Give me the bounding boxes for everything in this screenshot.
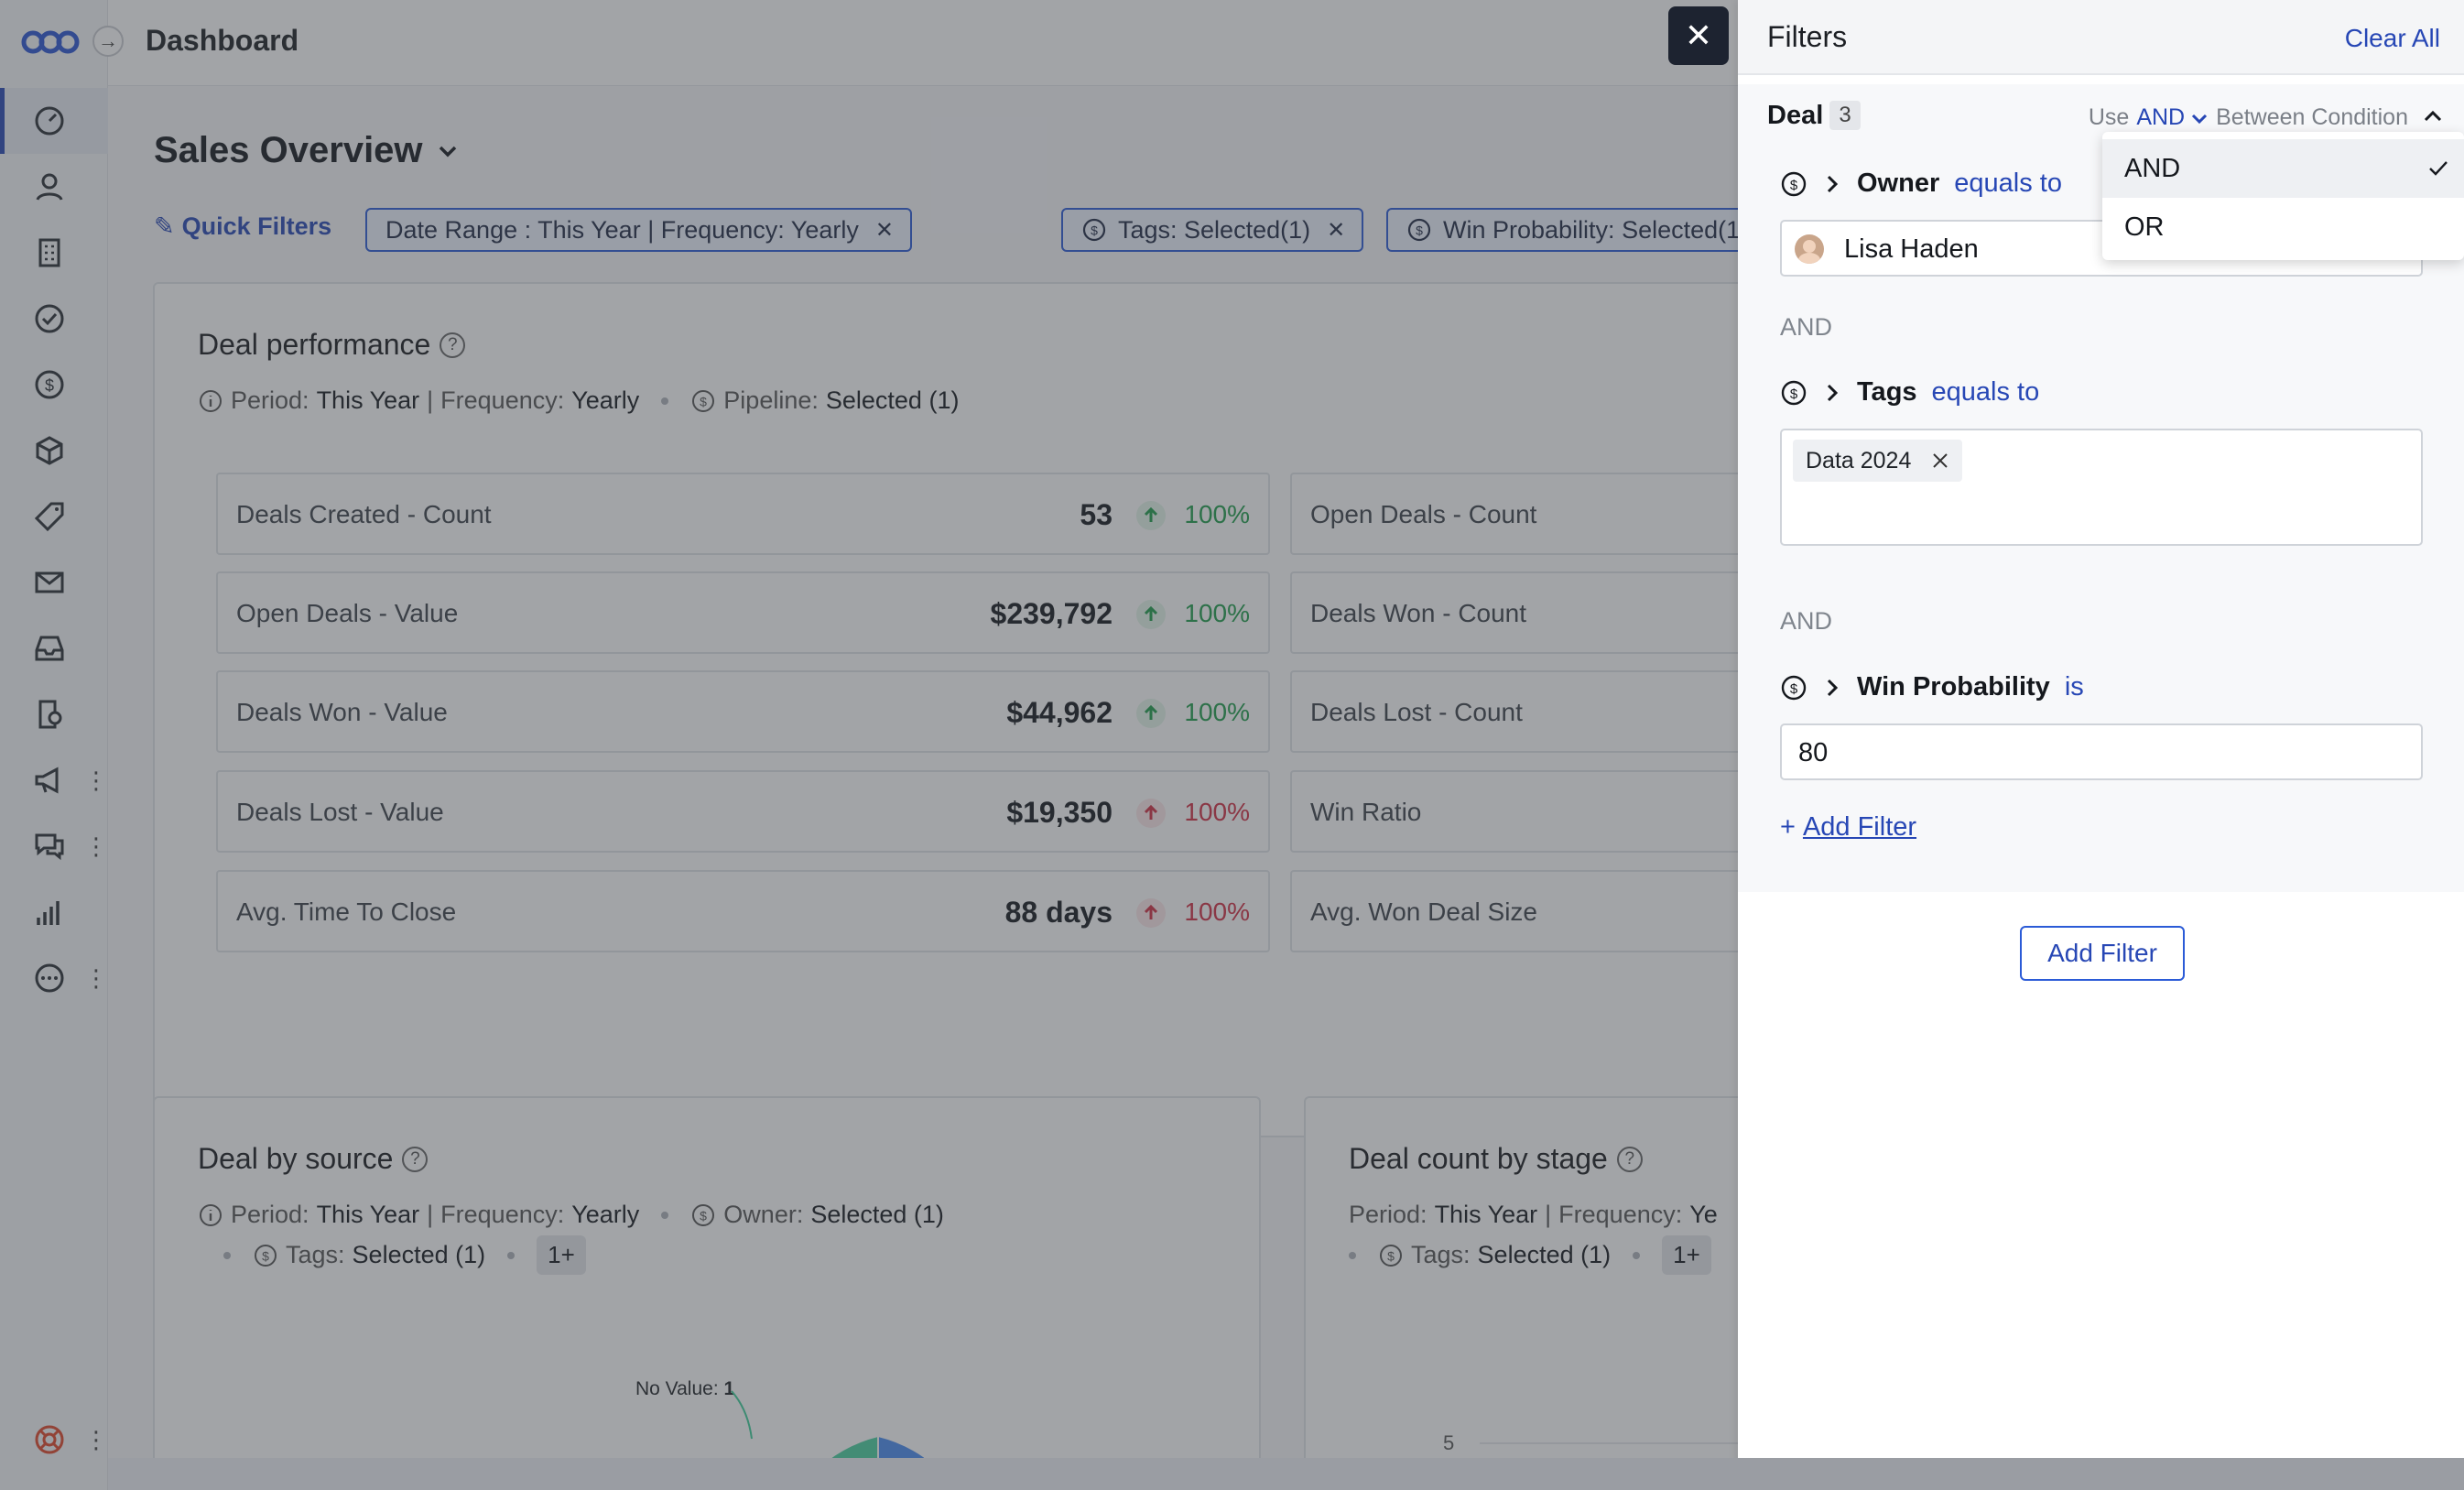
dollar-circle-icon: $ [1781, 171, 1807, 196]
add-filter-link-label: Add Filter [1802, 812, 1917, 842]
close-icon[interactable] [1931, 451, 1949, 470]
svg-text:$: $ [1790, 178, 1798, 193]
tag-chip: Data 2024 [1793, 440, 1963, 482]
use-label: Use [2088, 104, 2130, 130]
svg-text:$: $ [1790, 386, 1798, 402]
chevron-right-icon[interactable] [1822, 678, 1842, 698]
rule-field: Tags [1857, 377, 1917, 407]
chevron-right-icon[interactable] [1822, 174, 1842, 194]
check-icon [2429, 161, 2448, 176]
owner-value: Lisa Haden [1844, 234, 1979, 264]
condition-value: AND [2136, 104, 2186, 130]
dollar-circle-icon: $ [1781, 675, 1807, 700]
condition-option-and[interactable]: AND [2102, 139, 2464, 198]
filter-rule-tags: $ Tags equals to [1780, 377, 2039, 408]
add-filter-link[interactable]: + Add Filter [1780, 812, 1916, 843]
dollar-circle-icon: $ [1781, 380, 1807, 405]
condition-selector: Use AND Between Condition [2089, 104, 2408, 131]
condition-option-or[interactable]: OR [2102, 198, 2464, 256]
chevron-up-icon[interactable] [2421, 104, 2445, 128]
chevron-down-icon [2192, 114, 2208, 124]
drawer-header: Filters Clear All [1738, 0, 2464, 75]
drawer-title: Filters [1767, 20, 1848, 53]
chevron-right-icon[interactable] [1822, 383, 1842, 403]
modal-backdrop[interactable] [0, 0, 1738, 1490]
win-probability-input[interactable]: 80 [1780, 723, 2423, 780]
condition-menu: AND OR [2102, 132, 2464, 260]
filter-rule-win-probability: $ Win Probability is [1780, 672, 2084, 702]
rule-operator[interactable]: equals to [1954, 169, 2062, 199]
rule-field: Win Probability [1857, 672, 2050, 701]
rule-field: Owner [1857, 169, 1940, 198]
svg-text:$: $ [1790, 681, 1798, 697]
filter-count-badge: 3 [1829, 101, 1861, 130]
condition-dropdown[interactable]: AND [2136, 104, 2209, 131]
tag-chip-label: Data 2024 [1806, 447, 1912, 473]
rule-joiner: AND [1780, 313, 1833, 341]
tags-select[interactable]: Data 2024 [1780, 429, 2423, 546]
filter-rule-owner: $ Owner equals to [1780, 169, 2062, 199]
filter-group-name: Deal [1767, 101, 1824, 130]
rule-operator[interactable]: equals to [1932, 377, 2040, 408]
win-probability-value: 80 [1798, 738, 1829, 767]
add-filter-button[interactable]: Add Filter [2020, 926, 2185, 981]
rule-joiner: AND [1780, 607, 1833, 635]
between-label: Between Condition [2216, 104, 2408, 130]
plus-icon: + [1780, 812, 1796, 842]
clear-all-button[interactable]: Clear All [2345, 24, 2440, 53]
option-label: AND [2124, 153, 2181, 183]
filter-group-header: Deal 3 Use AND Between Condition [1767, 99, 2445, 136]
bottom-scrollbar [108, 1458, 2464, 1490]
avatar [1795, 234, 1824, 264]
close-icon: ✕ [1684, 16, 1713, 54]
close-drawer-button[interactable]: ✕ [1668, 6, 1729, 65]
option-label: OR [2124, 212, 2165, 242]
rule-operator[interactable]: is [2065, 672, 2084, 702]
